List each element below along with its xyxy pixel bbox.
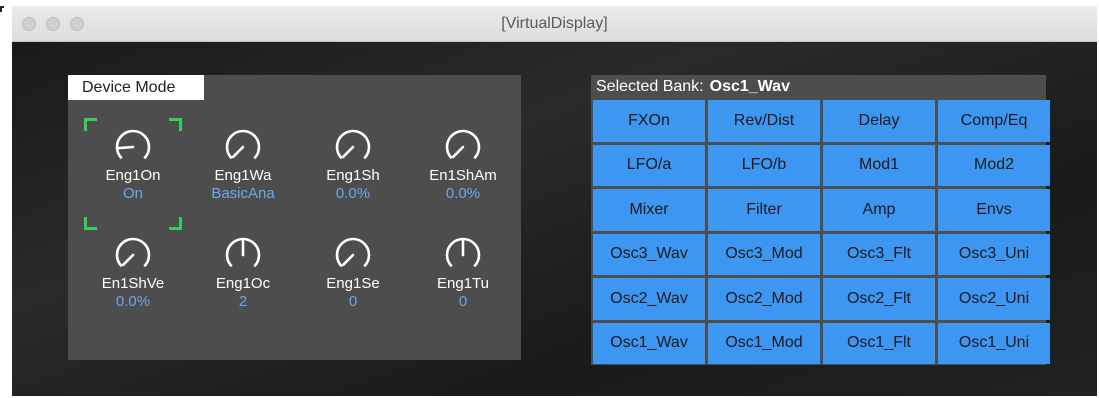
knob-icon[interactable]	[333, 127, 373, 167]
param-eng1se[interactable]: Eng1Se 0	[298, 235, 408, 311]
bank-button-osc2-flt[interactable]: Osc2_Flt	[823, 278, 935, 320]
knob-pointer	[341, 253, 355, 267]
knob-pointer	[121, 253, 135, 267]
param-value: 0.0%	[115, 293, 151, 310]
param-eng1on[interactable]: Eng1On On	[78, 127, 188, 203]
window-title: [VirtualDisplay]	[501, 15, 608, 32]
bank-button-comp-eq[interactable]: Comp/Eq	[938, 100, 1050, 142]
knob-pointer	[341, 145, 355, 159]
param-value: BasicAna	[211, 185, 275, 202]
param-en1shve[interactable]: En1ShVe 0.0%	[78, 235, 188, 311]
device-mode-label: Device Mode	[68, 75, 204, 100]
param-value: 0	[458, 293, 468, 310]
knob-icon[interactable]	[223, 127, 263, 167]
bank-button-envs[interactable]: Envs	[938, 189, 1050, 231]
virtual-display: Device Mode Eng1On On Eng1Wa BasicAna Eng1Sh…	[12, 42, 1097, 396]
title-bar: [VirtualDisplay]	[12, 6, 1097, 42]
bank-button-osc2-mod[interactable]: Osc2_Mod	[708, 278, 820, 320]
bank-button-rev-dist[interactable]: Rev/Dist	[708, 100, 820, 142]
param-en1sham[interactable]: En1ShAm 0.0%	[408, 127, 518, 203]
bank-button-filter[interactable]: Filter	[708, 189, 820, 231]
param-name: Eng1Sh	[326, 167, 380, 184]
bank-button-fxon[interactable]: FXOn	[593, 100, 705, 142]
param-name: Eng1On	[105, 167, 161, 184]
device-panel: Device Mode Eng1On On Eng1Wa BasicAna Eng1Sh…	[68, 75, 521, 360]
bank-button-osc1-uni[interactable]: Osc1_Uni	[938, 322, 1050, 364]
knob-icon[interactable]	[443, 127, 483, 167]
knob-icon[interactable]	[113, 127, 153, 167]
bank-panel: Selected Bank: Osc1_Wav FXOn Rev/Dist Delay…	[591, 75, 1050, 365]
param-value: 2	[238, 293, 248, 310]
param-name: Eng1Wa	[214, 167, 272, 184]
param-eng1tu[interactable]: Eng1Tu 0	[408, 235, 518, 311]
param-value: On	[122, 185, 143, 202]
bank-button-osc1-mod[interactable]: Osc1_Mod	[708, 322, 820, 364]
bank-button-osc2-wav[interactable]: Osc2_Wav	[593, 278, 705, 320]
knob-icon[interactable]	[223, 235, 263, 275]
param-eng1wa[interactable]: Eng1Wa BasicAna	[188, 127, 298, 203]
bank-header: Selected Bank: Osc1_Wav	[591, 75, 1046, 99]
bank-button-mod2[interactable]: Mod2	[938, 144, 1050, 186]
bank-button-osc3-wav[interactable]: Osc3_Wav	[593, 233, 705, 275]
param-value: 0.0%	[445, 185, 481, 202]
bank-button-osc3-mod[interactable]: Osc3_Mod	[708, 233, 820, 275]
knob-ring	[115, 129, 151, 160]
knob-ring	[335, 237, 371, 268]
knob-icon[interactable]	[113, 235, 153, 275]
knob-pointer	[451, 145, 465, 159]
bank-button-amp[interactable]: Amp	[823, 189, 935, 231]
selection-corner-br	[169, 217, 182, 230]
param-name: Eng1Oc	[215, 275, 271, 292]
param-value: 0.0%	[335, 185, 371, 202]
knob-pointer	[231, 145, 245, 159]
knob-ring	[335, 129, 371, 160]
param-name: En1ShAm	[429, 167, 497, 184]
bank-button-osc3-flt[interactable]: Osc3_Flt	[823, 233, 935, 275]
selection-corner-bl	[84, 217, 97, 230]
bank-button-osc3-uni[interactable]: Osc3_Uni	[938, 233, 1050, 275]
param-eng1oc[interactable]: Eng1Oc 2	[188, 235, 298, 311]
param-name: En1ShVe	[101, 275, 165, 292]
bank-button-delay[interactable]: Delay	[823, 100, 935, 142]
bank-button-osc1-flt[interactable]: Osc1_Flt	[823, 322, 935, 364]
knob-ring	[115, 237, 151, 268]
bank-button-osc2-uni[interactable]: Osc2_Uni	[938, 278, 1050, 320]
window-corner-mark	[0, 6, 4, 12]
bank-button-lfo-a[interactable]: LFO/a	[593, 144, 705, 186]
bank-button-lfo-b[interactable]: LFO/b	[708, 144, 820, 186]
param-value: 0	[348, 293, 358, 310]
param-eng1sh[interactable]: Eng1Sh 0.0%	[298, 127, 408, 203]
selected-bank-name: Osc1_Wav	[709, 78, 790, 95]
knob-pointer	[117, 145, 135, 150]
selection-corner-tr	[169, 118, 182, 131]
knob-icon[interactable]	[333, 235, 373, 275]
selection-corner-tl	[84, 118, 97, 131]
knob-ring	[225, 129, 261, 160]
knob-ring	[445, 129, 481, 160]
bank-header-label: Selected Bank:	[596, 78, 704, 95]
bank-button-mod1[interactable]: Mod1	[823, 144, 935, 186]
param-name: Eng1Tu	[437, 275, 489, 292]
bank-button-mixer[interactable]: Mixer	[593, 189, 705, 231]
bank-button-grid: FXOn Rev/Dist Delay Comp/Eq LFO/a LFO/b Mod1 Mo…	[593, 100, 1050, 364]
bank-button-osc1-wav[interactable]: Osc1_Wav	[593, 322, 705, 364]
knob-icon[interactable]	[443, 235, 483, 275]
param-name: Eng1Se	[326, 275, 380, 292]
